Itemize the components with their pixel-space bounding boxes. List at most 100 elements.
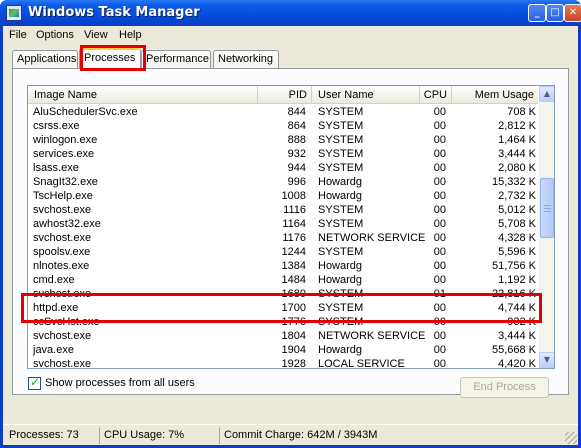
scroll-up-icon[interactable]: ▲ [539,86,554,102]
process-pid: 1700 [281,302,306,314]
process-pid: 944 [287,162,306,174]
column-mem-usage[interactable]: Mem Usage [452,86,538,104]
menu-file[interactable]: File [9,26,27,44]
process-mem-usage: 1,464 K [498,134,536,146]
checkmark-icon: ✓ [30,375,41,389]
table-row[interactable]: svchost.exe 1116 SYSTEM 00 5,012 K [28,203,538,217]
table-row[interactable]: ccSvcHst.exe 1776 SYSTEM 00 932 K [28,315,538,329]
process-mem-usage: 1,192 K [498,274,536,286]
process-mem-usage: 2,812 K [498,120,536,132]
table-row[interactable]: cmd.exe 1484 Howardg 00 1,192 K [28,273,538,287]
task-manager-window: Windows Task Manager _ □ ✕ File Options … [0,0,581,448]
table-row[interactable]: awhost32.exe 1164 SYSTEM 00 5,708 K [28,217,538,231]
table-row[interactable]: svchost.exe 1928 LOCAL SERVICE 00 4,420 K [28,357,538,369]
column-cpu[interactable]: CPU [420,86,452,104]
process-pid: 888 [287,134,306,146]
scroll-thumb[interactable] [540,178,554,238]
process-cpu: 00 [433,162,446,174]
process-cpu: 00 [433,218,446,230]
title-bar[interactable]: Windows Task Manager _ □ ✕ [0,0,581,26]
process-cpu: 00 [433,330,446,342]
process-user-name: SYSTEM [318,148,364,160]
process-cpu: 00 [433,358,446,369]
show-all-users-checkbox[interactable]: ✓ [28,375,41,390]
process-mem-usage: 4,328 K [498,232,536,244]
status-bar: Processes: 73 CPU Usage: 7% Commit Charg… [3,424,578,445]
menu-view[interactable]: View [84,26,108,44]
table-row[interactable]: SnagIt32.exe 996 Howardg 00 15,332 K [28,175,538,189]
table-row[interactable]: svchost.exe 1680 SYSTEM 01 22,816 K [28,287,538,301]
process-mem-usage: 2,080 K [498,162,536,174]
status-commit-charge: Commit Charge: 642M / 3943M [219,427,575,444]
process-image-name: awhost32.exe [33,218,101,230]
process-image-name: svchost.exe [33,358,92,369]
table-row[interactable]: csrss.exe 864 SYSTEM 00 2,812 K [28,119,538,133]
tab-applications[interactable]: Applications [12,50,78,68]
process-pid: 1804 [281,330,306,342]
minimize-button[interactable]: _ [528,4,546,22]
process-image-name: SnagIt32.exe [33,176,98,188]
process-image-name: TscHelp.exe [33,190,93,202]
table-row[interactable]: httpd.exe 1700 SYSTEM 00 4,744 K [28,301,538,315]
client-area: File Options View Help Applications Proc… [3,26,578,445]
process-cpu: 00 [433,190,446,202]
process-user-name: SYSTEM [318,120,364,132]
process-pid: 1484 [281,274,306,286]
tab-networking[interactable]: Networking [213,50,279,68]
process-cpu: 00 [433,302,446,314]
process-cpu: 00 [433,344,446,356]
menu-bar: File Options View Help [3,26,578,44]
process-user-name: NETWORK SERVICE [318,330,426,342]
process-image-name: csrss.exe [33,120,80,132]
column-image-name[interactable]: Image Name [28,86,258,104]
process-user-name: LOCAL SERVICE [318,358,405,369]
show-all-users-label[interactable]: Show processes from all users [45,377,195,389]
menu-help[interactable]: Help [119,26,142,44]
process-pid: 1904 [281,344,306,356]
tab-performance[interactable]: Performance [141,50,211,68]
task-manager-app-icon[interactable] [6,5,22,21]
process-image-name: cmd.exe [33,274,75,286]
process-user-name: Howardg [318,176,363,188]
process-user-name: SYSTEM [318,106,364,118]
process-pid: 996 [287,176,306,188]
process-user-name: Howardg [318,260,363,272]
table-row[interactable]: AluSchedulerSvc.exe 844 SYSTEM 00 708 K [28,105,538,119]
tab-processes[interactable]: Processes [79,48,141,69]
column-pid[interactable]: PID [258,86,312,104]
table-row[interactable]: TscHelp.exe 1008 Howardg 00 2,732 K [28,189,538,203]
process-image-name: nlnotes.exe [33,260,90,272]
process-pid: 1244 [281,246,306,258]
process-list[interactable]: Image Name PID User Name CPU Mem Usage A… [27,85,555,369]
table-row[interactable]: lsass.exe 944 SYSTEM 00 2,080 K [28,161,538,175]
close-button[interactable]: ✕ [564,4,581,22]
scroll-down-icon[interactable]: ▼ [539,352,554,368]
process-cpu: 00 [433,120,446,132]
process-mem-usage: 3,444 K [498,148,536,160]
menu-options[interactable]: Options [36,26,74,44]
table-row[interactable]: spoolsv.exe 1244 SYSTEM 00 5,596 K [28,245,538,259]
process-rows: AluSchedulerSvc.exe 844 SYSTEM 00 708 Kcsrss… [28,105,538,369]
end-process-button[interactable]: End Process [460,377,549,398]
list-header: Image Name PID User Name CPU Mem Usage [28,86,538,104]
vertical-scrollbar[interactable]: ▲ ▼ [539,86,554,368]
column-user-name[interactable]: User Name [312,86,420,104]
table-row[interactable]: java.exe 1904 Howardg 00 55,668 K [28,343,538,357]
process-cpu: 00 [433,246,446,258]
process-mem-usage: 2,732 K [498,190,536,202]
process-mem-usage: 51,756 K [491,260,536,272]
process-user-name: SYSTEM [318,134,364,146]
process-pid: 1384 [281,260,306,272]
table-row[interactable]: svchost.exe 1804 NETWORK SERVICE 00 3,444 K [28,329,538,343]
process-user-name: SYSTEM [318,316,364,328]
process-mem-usage: 22,816 K [491,288,536,300]
table-row[interactable]: svchost.exe 1176 NETWORK SERVICE 00 4,328 K [28,231,538,245]
table-row[interactable]: services.exe 932 SYSTEM 00 3,444 K [28,147,538,161]
process-cpu: 00 [433,148,446,160]
table-row[interactable]: winlogon.exe 888 SYSTEM 00 1,464 K [28,133,538,147]
process-mem-usage: 4,744 K [498,302,536,314]
table-row[interactable]: nlnotes.exe 1384 Howardg 00 51,756 K [28,259,538,273]
process-mem-usage: 5,708 K [498,218,536,230]
maximize-button[interactable]: □ [546,4,564,22]
resize-grip-icon[interactable] [565,432,577,444]
